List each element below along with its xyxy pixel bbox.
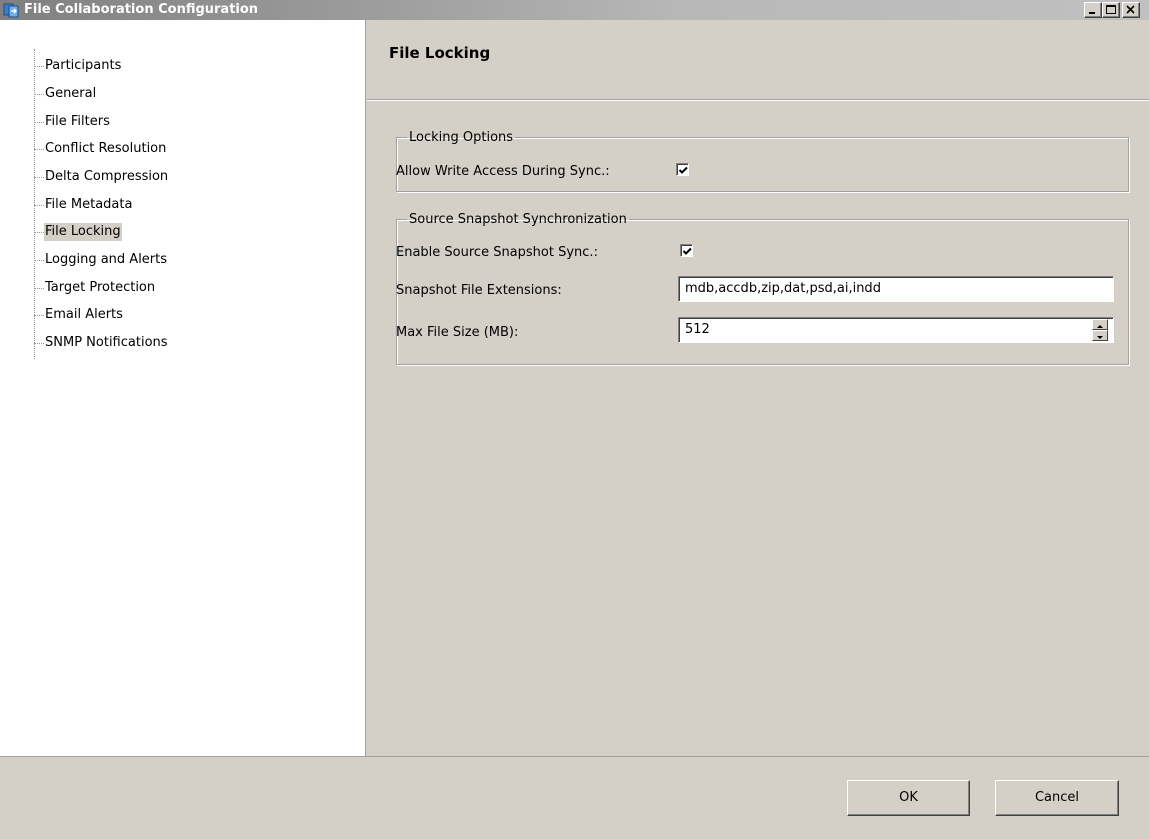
settings-tree: Participants General File Filters Confli… — [0, 20, 366, 756]
tree-item-target-protection[interactable]: Target Protection — [0, 278, 366, 298]
tree-item-delta-compression[interactable]: Delta Compression — [0, 167, 366, 187]
checkmark-icon — [678, 166, 688, 174]
tree-item-file-filters[interactable]: File Filters — [0, 112, 366, 132]
max-file-size-label: Max File Size (MB): — [396, 325, 519, 340]
settings-panel: File Locking Locking Options Allow Write… — [367, 20, 1149, 756]
tree-item-general[interactable]: General — [0, 84, 366, 104]
tree-connector — [34, 94, 44, 95]
tree-connector — [34, 122, 44, 123]
spinner-down-button[interactable] — [1092, 330, 1108, 341]
max-file-size-spinner[interactable] — [1092, 319, 1108, 341]
checkmark-icon — [682, 247, 692, 255]
tree-connector — [34, 149, 44, 150]
tree-connector — [34, 315, 44, 316]
maximize-icon — [1106, 5, 1116, 14]
page-title: File Locking — [389, 44, 491, 62]
tree-item-label: Logging and Alerts — [45, 252, 168, 267]
title-divider — [367, 99, 1149, 101]
tree-item-label: Target Protection — [45, 280, 156, 295]
tree-item-label: File Metadata — [45, 197, 133, 212]
tree-connector — [34, 260, 44, 261]
enable-snapshot-label: Enable Source Snapshot Sync.: — [396, 245, 598, 260]
tree-item-file-locking[interactable]: File Locking — [0, 222, 366, 242]
tree-item-label: File Locking — [44, 223, 122, 241]
spinner-up-button[interactable] — [1092, 319, 1108, 330]
tree-item-label: SNMP Notifications — [45, 335, 168, 350]
tree-connector — [34, 343, 44, 344]
dialog-button-bar — [0, 756, 1149, 839]
cancel-button[interactable]: Cancel — [995, 780, 1119, 816]
tree-item-email-alerts[interactable]: Email Alerts — [0, 305, 366, 325]
snapshot-extensions-label: Snapshot File Extensions: — [396, 283, 562, 298]
tree-item-logging-and-alerts[interactable]: Logging and Alerts — [0, 250, 366, 270]
tree-item-label: Email Alerts — [45, 307, 123, 322]
tree-item-label: Delta Compression — [45, 169, 169, 184]
locking-options-group: Locking Options — [396, 130, 1129, 192]
allow-write-label: Allow Write Access During Sync.: — [396, 164, 610, 179]
tree-item-label: Conflict Resolution — [45, 141, 167, 156]
tree-connector — [34, 288, 44, 289]
tree-item-snmp-notifications[interactable]: SNMP Notifications — [0, 333, 366, 353]
minimize-button[interactable] — [1084, 2, 1102, 18]
tree-connector — [34, 177, 44, 178]
tree-connector — [34, 205, 44, 206]
max-file-size-input[interactable]: 512 — [678, 317, 1114, 343]
close-button[interactable] — [1122, 2, 1140, 18]
allow-write-checkbox[interactable] — [676, 163, 689, 176]
tree-item-label: Participants — [45, 58, 122, 73]
max-file-size-value: 512 — [685, 322, 710, 337]
tree-item-label: General — [45, 86, 97, 101]
arrow-down-icon — [1097, 336, 1103, 339]
tree-connector — [34, 66, 44, 67]
close-icon — [1126, 5, 1135, 14]
ok-button[interactable]: OK — [847, 780, 970, 816]
snapshot-sync-legend: Source Snapshot Synchronization — [409, 212, 627, 227]
app-icon — [3, 2, 19, 18]
tree-item-label: File Filters — [45, 114, 110, 129]
tree-item-conflict-resolution[interactable]: Conflict Resolution — [0, 139, 366, 159]
tree-item-file-metadata[interactable]: File Metadata — [0, 195, 366, 215]
window-title: File Collaboration Configuration — [24, 2, 259, 17]
tree-connector — [34, 232, 44, 233]
enable-snapshot-checkbox[interactable] — [680, 244, 693, 257]
config-window: File Collaboration Configuration Partici… — [0, 0, 1149, 839]
maximize-button[interactable] — [1102, 2, 1120, 18]
tree-item-participants[interactable]: Participants — [0, 56, 366, 76]
minimize-icon — [1089, 12, 1095, 14]
locking-options-legend: Locking Options — [409, 130, 514, 145]
title-bar[interactable]: File Collaboration Configuration — [0, 0, 1149, 20]
snapshot-extensions-input[interactable]: mdb,accdb,zip,dat,psd,ai,indd — [678, 276, 1114, 302]
